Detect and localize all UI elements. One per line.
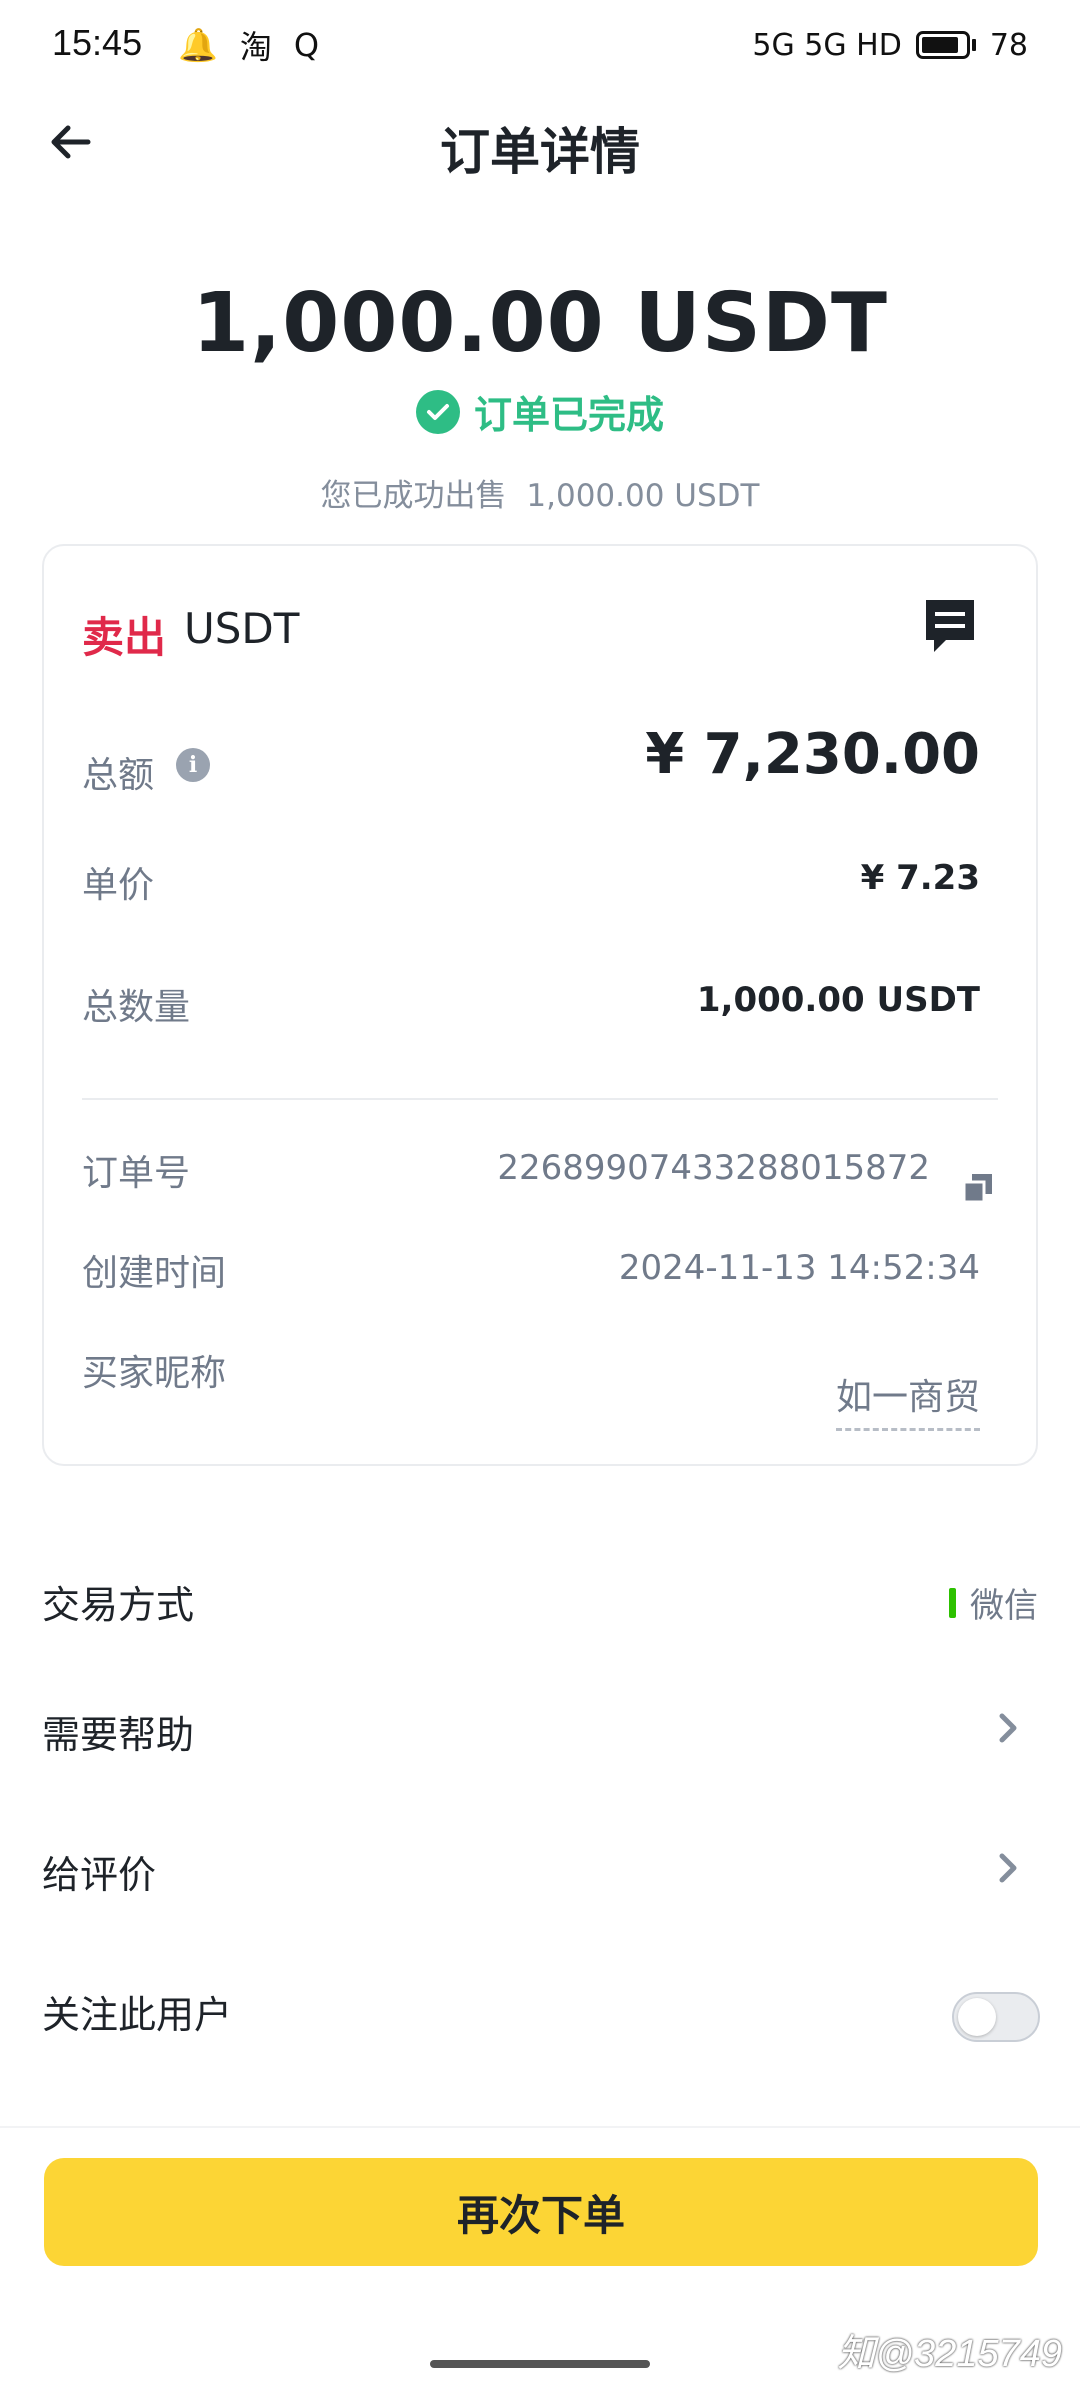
price-value: ¥ 7.23	[860, 858, 980, 898]
network-indicator: 5G 5G HD	[752, 27, 902, 63]
payment-method-value: 微信	[970, 1586, 1038, 1626]
chevron-right-icon[interactable]	[988, 1848, 1028, 1888]
sold-summary-label: 您已成功出售	[320, 478, 507, 514]
review-label[interactable]: 给评价	[42, 1844, 156, 1899]
battery-cap	[971, 39, 976, 51]
check-circle-icon	[415, 389, 460, 434]
created-time-value: 2024-11-13 14:52:34	[618, 1248, 980, 1288]
help-label[interactable]: 需要帮助	[42, 1704, 194, 1759]
wechat-color-bar	[949, 1587, 956, 1618]
follow-user-label: 关注此用户	[42, 1993, 233, 2037]
info-icon[interactable]: i	[176, 748, 210, 782]
chat-icon	[926, 600, 974, 652]
order-status-text: 订单已完成	[473, 393, 664, 437]
order-amount: 1,000.00 USDT	[192, 276, 888, 371]
sold-summary-amount: 1,000.00 USDT	[526, 478, 760, 514]
copy-icon[interactable]	[962, 1172, 994, 1204]
trade-coin: USDT	[184, 604, 300, 653]
reorder-button[interactable]: 再次下单	[44, 2158, 1038, 2266]
watermark: 知@3215749	[837, 2333, 1062, 2375]
status-right: 5G 5G HD 78	[752, 22, 1028, 68]
toggle-knob	[958, 1998, 996, 2036]
buyer-nickname-link[interactable]: 如一商贸	[835, 1368, 980, 1431]
chevron-right-icon[interactable]	[988, 1708, 1028, 1748]
taobao-icon: 淘	[239, 28, 272, 66]
bottom-separator	[0, 2126, 1080, 2128]
status-app-icons: 🔔 淘 Q	[178, 22, 319, 68]
card-divider	[82, 1098, 998, 1100]
created-time-label: 创建时间	[82, 1253, 227, 1294]
status-time: 15:45	[52, 22, 143, 63]
buyer-nickname-label: 买家昵称	[82, 1353, 227, 1394]
total-label: 总额	[82, 755, 155, 796]
order-number-label: 订单号	[82, 1153, 191, 1194]
home-indicator[interactable]	[430, 2360, 650, 2368]
sold-summary: 您已成功出售 1,000.00 USDT	[0, 470, 1080, 515]
q-icon: Q	[293, 26, 320, 64]
payment-method: 微信	[949, 1578, 1038, 1627]
battery-icon	[915, 31, 970, 59]
order-detail-screen: 15:45 🔔 淘 Q 5G 5G HD 78 订单详情 1,000.00 US…	[0, 0, 1080, 2400]
total-value: ¥ 7,230.00	[645, 722, 980, 787]
trade-side: 卖出	[82, 613, 167, 662]
quantity-value: 1,000.00 USDT	[696, 980, 980, 1020]
order-number-value: 22689907433288015872	[497, 1148, 930, 1188]
chat-button[interactable]	[920, 596, 980, 660]
payment-method-label: 交易方式	[42, 1583, 195, 1627]
quantity-label: 总数量	[82, 987, 191, 1028]
battery-level: 78	[989, 27, 1028, 63]
order-status-row: 订单已完成	[0, 384, 1080, 439]
price-label: 单价	[82, 865, 155, 906]
follow-user-toggle[interactable]	[952, 1992, 1040, 2042]
page-title: 订单详情	[440, 123, 640, 181]
qq-icon: 🔔	[178, 26, 218, 64]
